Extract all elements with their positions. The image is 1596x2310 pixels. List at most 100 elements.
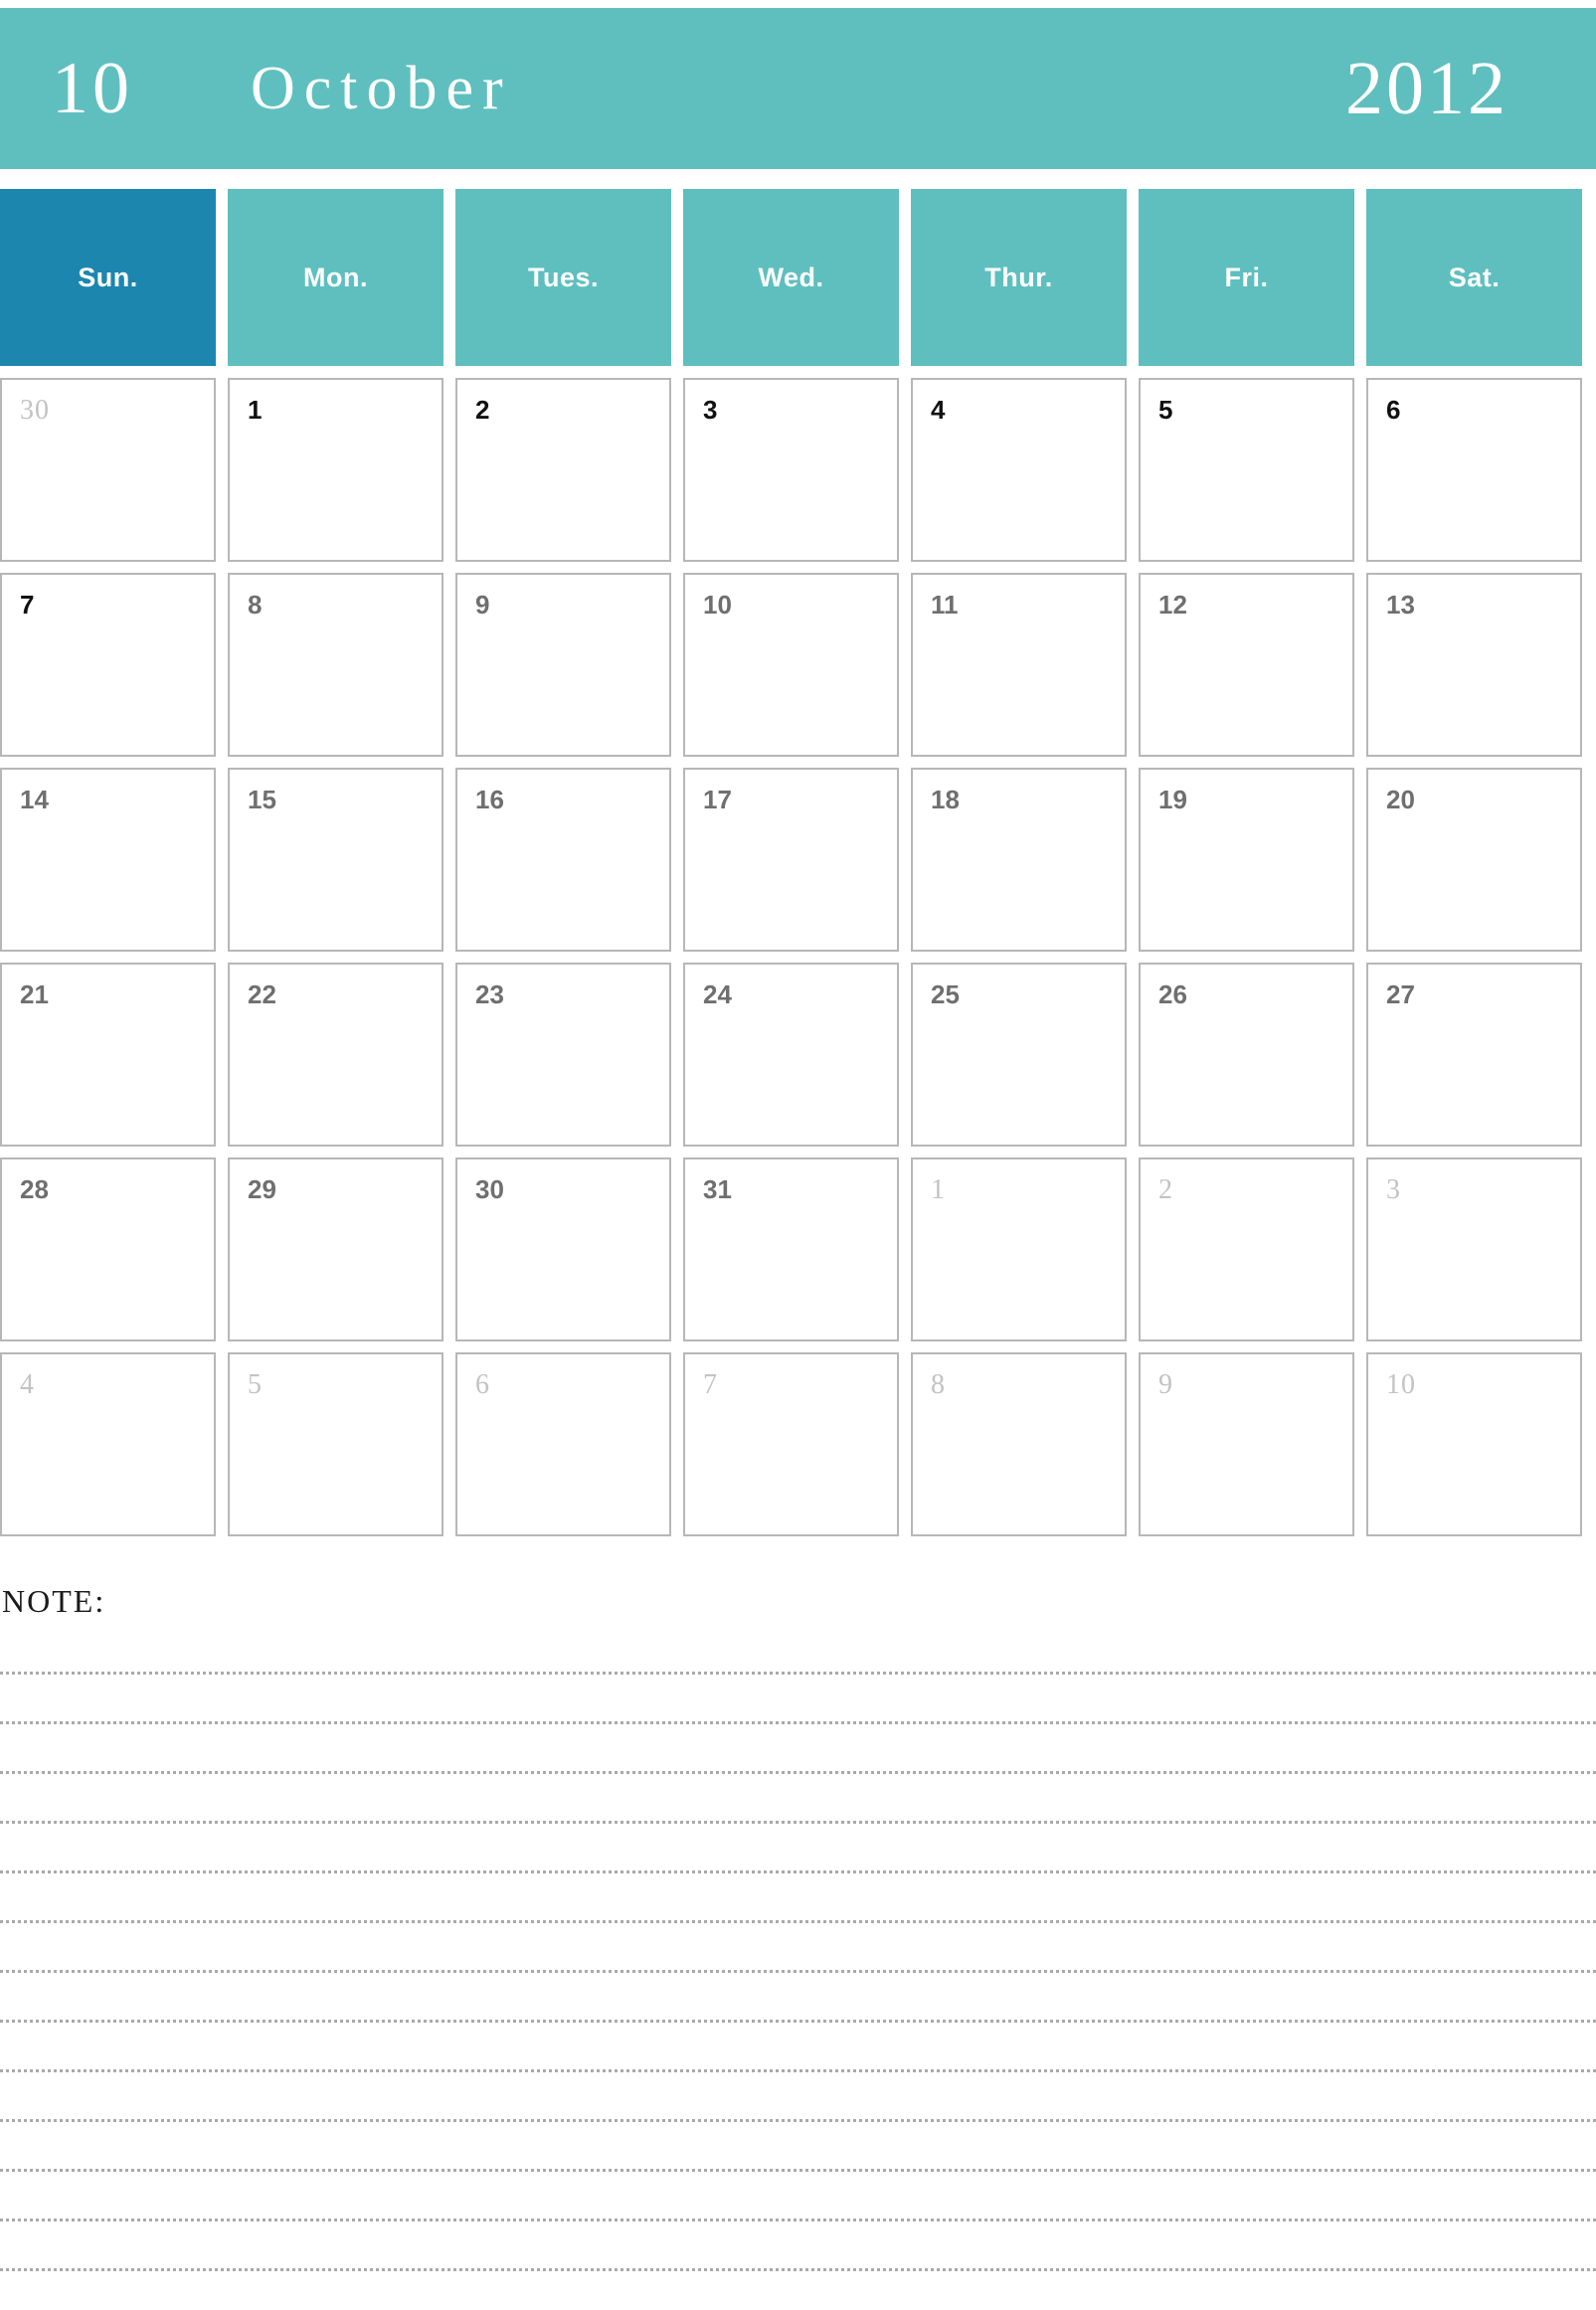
month-name: October: [251, 55, 512, 122]
calendar-day-number: 15: [248, 785, 276, 814]
note-write-line[interactable]: [0, 1873, 1596, 1923]
calendar-day-cell[interactable]: 15: [228, 768, 443, 952]
calendar-day-cell[interactable]: 9: [455, 573, 671, 757]
note-section: NOTE:: [0, 1585, 1596, 2310]
calendar-day-number: 9: [1158, 1369, 1173, 1400]
calendar-day-number: 1: [931, 1174, 946, 1205]
calendar-day-cell[interactable]: 20: [1366, 768, 1582, 952]
calendar-day-cell[interactable]: 25: [911, 963, 1127, 1147]
calendar-day-cell[interactable]: 5: [1139, 378, 1354, 562]
calendar-day-cell[interactable]: 10: [1366, 1352, 1582, 1536]
calendar-day-cell[interactable]: 16: [455, 768, 671, 952]
calendar-day-cell[interactable]: 30: [455, 1157, 671, 1341]
calendar-day-number: 12: [1158, 590, 1187, 620]
calendar-day-cell[interactable]: 23: [455, 963, 671, 1147]
calendar-day-number: 5: [248, 1369, 263, 1400]
calendar-day-number: 7: [20, 590, 35, 620]
calendar-day-cell[interactable]: 3: [1366, 1157, 1582, 1341]
calendar-day-cell[interactable]: 31: [683, 1157, 899, 1341]
calendar-day-cell[interactable]: 2: [1139, 1157, 1354, 1341]
calendar-day-cell[interactable]: 11: [911, 573, 1127, 757]
calendar-day-cell[interactable]: 4: [911, 378, 1127, 562]
calendar-day-cell[interactable]: 28: [0, 1157, 216, 1341]
weekday-label: Sun.: [78, 262, 138, 292]
calendar-day-cell[interactable]: 7: [683, 1352, 899, 1536]
calendar-day-number: 2: [1158, 1174, 1173, 1205]
weekday-header-thur[interactable]: Thur.: [911, 189, 1127, 366]
calendar-day-number: 6: [1386, 395, 1401, 425]
calendar-day-cell[interactable]: 13: [1366, 573, 1582, 757]
note-write-line[interactable]: [0, 2072, 1596, 2122]
calendar-week-row: 14 15 16 17 18 19 20: [0, 768, 1596, 952]
note-lines[interactable]: [0, 1625, 1596, 2310]
calendar-day-cell[interactable]: 12: [1139, 573, 1354, 757]
calendar-day-cell[interactable]: 27: [1366, 963, 1582, 1147]
weekday-header-tues[interactable]: Tues.: [455, 189, 671, 366]
calendar-day-cell[interactable]: 8: [911, 1352, 1127, 1536]
calendar-day-cell[interactable]: 18: [911, 768, 1127, 952]
calendar-day-number: 9: [475, 590, 490, 620]
note-write-line[interactable]: [0, 1724, 1596, 1774]
calendar-day-cell[interactable]: 26: [1139, 963, 1354, 1147]
note-write-line[interactable]: [0, 2122, 1596, 2172]
calendar-day-number: 21: [20, 979, 49, 1009]
note-write-line[interactable]: [0, 1675, 1596, 1724]
calendar-day-number: 27: [1386, 979, 1415, 1009]
calendar-day-cell[interactable]: 19: [1139, 768, 1354, 952]
weekday-header-row: Sun. Mon. Tues. Wed. Thur. Fri. Sat.: [0, 189, 1596, 366]
calendar-week-row: 28 29 30 31 1 2 3: [0, 1157, 1596, 1341]
note-write-line[interactable]: [0, 2023, 1596, 2072]
weekday-header-wed[interactable]: Wed.: [683, 189, 899, 366]
calendar-day-cell[interactable]: 17: [683, 768, 899, 952]
calendar-day-cell[interactable]: 4: [0, 1352, 216, 1536]
calendar-day-cell[interactable]: 1: [228, 378, 443, 562]
note-write-line[interactable]: [0, 2172, 1596, 2221]
calendar-week-row: 4 5 6 7 8 9 10: [0, 1352, 1596, 1536]
year-label: 2012: [1345, 47, 1508, 130]
weekday-label: Mon.: [303, 262, 368, 292]
note-title: NOTE:: [2, 1583, 106, 1619]
calendar-day-number: 13: [1386, 590, 1415, 620]
weekday-label: Tues.: [527, 262, 599, 292]
calendar-day-cell[interactable]: 21: [0, 963, 216, 1147]
calendar-day-cell[interactable]: 10: [683, 573, 899, 757]
calendar-day-cell[interactable]: 2: [455, 378, 671, 562]
calendar-day-cell[interactable]: 6: [455, 1352, 671, 1536]
calendar-day-number: 5: [1158, 395, 1173, 425]
calendar-day-number: 7: [703, 1369, 718, 1400]
note-write-line[interactable]: [0, 2271, 1596, 2310]
calendar-day-number: 22: [248, 979, 276, 1009]
weekday-label: Fri.: [1224, 262, 1269, 292]
calendar-day-cell[interactable]: 7: [0, 573, 216, 757]
calendar-day-cell[interactable]: 5: [228, 1352, 443, 1536]
note-write-line[interactable]: [0, 1923, 1596, 1973]
calendar-day-cell[interactable]: 6: [1366, 378, 1582, 562]
calendar-day-cell[interactable]: 22: [228, 963, 443, 1147]
calendar-day-cell[interactable]: 3: [683, 378, 899, 562]
note-write-line[interactable]: [0, 1973, 1596, 2023]
weekday-header-sat[interactable]: Sat.: [1366, 189, 1582, 366]
calendar-day-cell[interactable]: 14: [0, 768, 216, 952]
weekday-header-fri[interactable]: Fri.: [1139, 189, 1354, 366]
weekday-header-sun[interactable]: Sun.: [0, 189, 216, 366]
calendar-page: 10 October 2012 Sun. Mon. Tues. Wed. Thur. Fr…: [0, 0, 1596, 2310]
calendar-day-number: 3: [1386, 1174, 1401, 1205]
calendar-day-cell[interactable]: 8: [228, 573, 443, 757]
note-write-line[interactable]: [0, 1774, 1596, 1824]
calendar-day-cell[interactable]: 9: [1139, 1352, 1354, 1536]
calendar-day-cell[interactable]: 29: [228, 1157, 443, 1341]
calendar-day-number: 8: [931, 1369, 946, 1400]
note-write-line[interactable]: [0, 1625, 1596, 1675]
calendar-day-number: 10: [703, 590, 732, 620]
calendar-date-grid: 30 1 2 3 4 5 6 7 8 9 10 11 12 13 14 15 16 17 18 19 20 21 22 23 2…: [0, 378, 1596, 1547]
calendar-day-number: 24: [703, 979, 732, 1009]
calendar-week-row: 7 8 9 10 11 12 13: [0, 573, 1596, 757]
note-write-line[interactable]: [0, 1824, 1596, 1873]
calendar-day-number: 19: [1158, 785, 1187, 814]
weekday-header-mon[interactable]: Mon.: [228, 189, 443, 366]
calendar-day-cell[interactable]: 30: [0, 378, 216, 562]
calendar-week-row: 30 1 2 3 4 5 6: [0, 378, 1596, 562]
note-write-line[interactable]: [0, 2221, 1596, 2271]
calendar-day-cell[interactable]: 24: [683, 963, 899, 1147]
calendar-day-cell[interactable]: 1: [911, 1157, 1127, 1341]
